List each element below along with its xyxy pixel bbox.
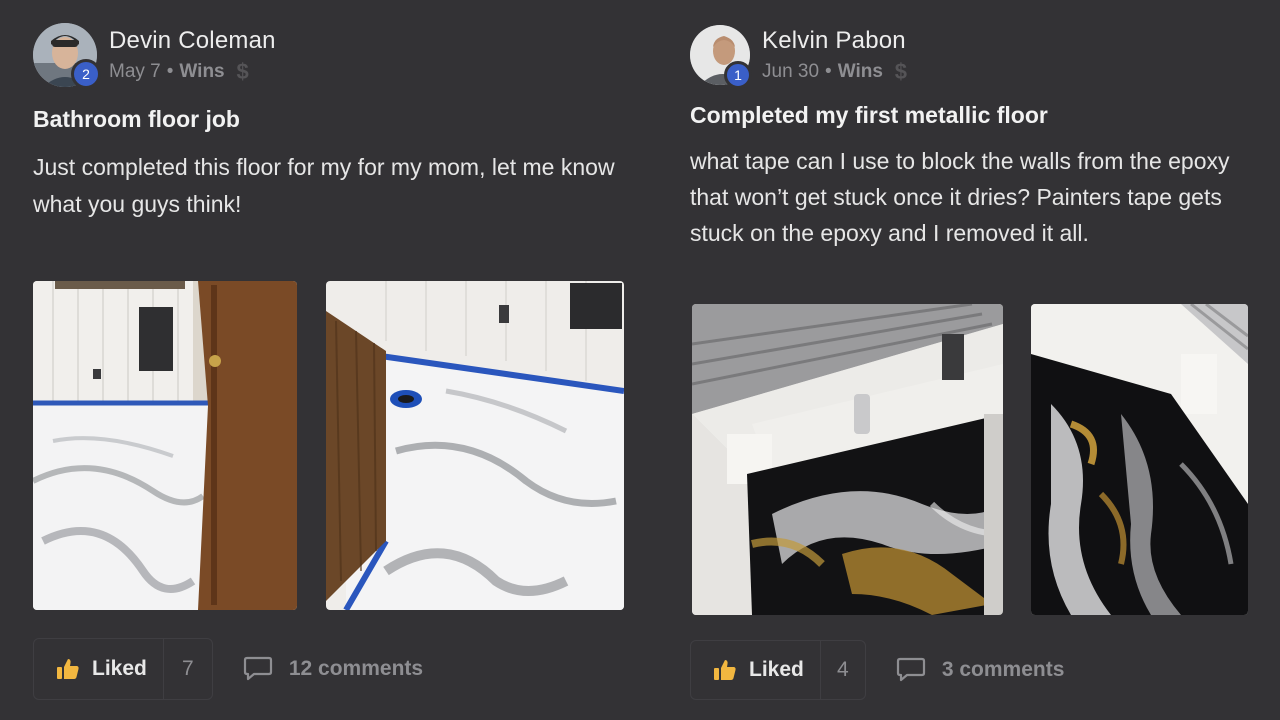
post-category[interactable]: Wins	[838, 61, 883, 83]
post-photo[interactable]	[692, 304, 1003, 615]
post-meta: May 7 • Wins $	[109, 59, 276, 84]
comments-link[interactable]: 3 comments	[896, 657, 1065, 683]
comments-count-label: 12 comments	[288, 657, 424, 680]
comments-link[interactable]: 12 comments	[243, 656, 423, 682]
author-name[interactable]: Devin Coleman	[109, 27, 276, 55]
post-author-header: 1 Kelvin Pabon Jun 30 • Wins $	[690, 22, 1260, 89]
like-label: Liked	[749, 658, 804, 681]
author-avatar-wrapper[interactable]: 1	[690, 25, 752, 89]
meta-separator: •	[166, 61, 174, 82]
post-category[interactable]: Wins	[179, 61, 224, 83]
dollar-icon: $	[236, 59, 249, 84]
like-control: Liked 4	[690, 640, 866, 700]
metallic-floor-photo-1	[692, 304, 1003, 615]
comments-count-label: 3 comments	[941, 658, 1065, 681]
author-name[interactable]: Kelvin Pabon	[762, 27, 911, 55]
thumbs-up-icon	[57, 659, 79, 679]
like-control: Liked 7	[33, 638, 213, 700]
like-button[interactable]: Liked	[691, 641, 821, 699]
like-label: Liked	[92, 657, 147, 680]
bathroom-floor-photo-1	[33, 281, 297, 610]
post-date[interactable]: Jun 30	[762, 61, 819, 83]
post-meta: Jun 30 • Wins $	[762, 59, 911, 84]
post-title[interactable]: Bathroom floor job	[33, 106, 633, 133]
level-badge: 1	[724, 61, 752, 89]
post-actions: Liked 7 12 comments	[33, 638, 423, 700]
thumbs-up-icon	[714, 660, 736, 680]
author-avatar-wrapper[interactable]: 2	[33, 23, 101, 89]
post-date[interactable]: May 7	[109, 61, 161, 83]
post-author-header: 2 Devin Coleman May 7 • Wins $	[33, 20, 633, 90]
comment-icon	[243, 656, 272, 681]
post-photo[interactable]	[1031, 304, 1248, 615]
comment-icon	[896, 657, 925, 682]
post-body: Just completed this floor for my for my …	[33, 154, 615, 217]
post-card: 1 Kelvin Pabon Jun 30 • Wins $ Completed…	[690, 0, 1260, 251]
meta-separator: •	[825, 61, 832, 82]
post-photo[interactable]	[33, 281, 297, 610]
post-photo[interactable]	[326, 281, 624, 610]
post-title[interactable]: Completed my first metallic floor	[690, 102, 1260, 129]
like-count[interactable]: 7	[164, 657, 212, 681]
post-actions: Liked 4 3 comments	[690, 640, 1064, 700]
bathroom-floor-photo-2	[326, 281, 624, 610]
dollar-icon: $	[894, 59, 908, 84]
post-body: what tape can I use to block the walls f…	[690, 148, 1230, 246]
post-card: 2 Devin Coleman May 7 • Wins $ Bathroom …	[33, 0, 633, 223]
metallic-floor-photo-2	[1031, 304, 1248, 615]
like-count[interactable]: 4	[821, 658, 865, 682]
like-button[interactable]: Liked	[34, 639, 164, 699]
author-meta: Devin Coleman May 7 • Wins $	[109, 27, 276, 84]
author-meta: Kelvin Pabon Jun 30 • Wins $	[762, 27, 911, 84]
level-badge: 2	[71, 59, 101, 89]
